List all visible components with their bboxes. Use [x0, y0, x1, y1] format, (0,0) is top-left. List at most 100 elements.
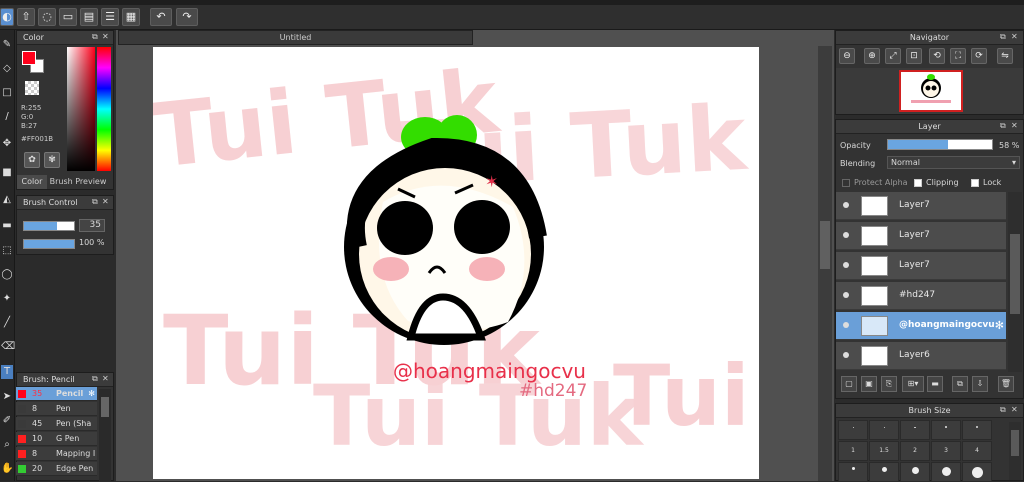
palette-icon[interactable]: ◐ [0, 8, 14, 26]
brush-size-cell[interactable] [869, 462, 899, 482]
merge-layer-icon[interactable]: ⇩ [972, 376, 988, 392]
magic-wand-icon[interactable]: ✦ [1, 292, 13, 306]
color-set-icon[interactable]: ✾ [44, 152, 60, 168]
close-icon[interactable]: ✕ [1011, 405, 1020, 414]
gear-icon[interactable]: ✻ [88, 387, 95, 401]
brush-size-cell[interactable] [869, 420, 899, 440]
bucket-tool-icon[interactable]: ◭ [1, 193, 13, 207]
close-icon[interactable]: ✕ [102, 374, 111, 383]
navigator-viewport[interactable] [899, 70, 963, 112]
brush-list-item[interactable]: 35 Pencil ✻ [16, 387, 97, 401]
gradient-tool-icon[interactable]: ▬ [1, 219, 13, 233]
brush-size-cell[interactable] [931, 462, 961, 482]
popout-icon[interactable]: ⧉ [92, 374, 101, 383]
zoom-out-icon[interactable]: ⊖ [839, 48, 855, 64]
document-icon[interactable]: ▤ [80, 8, 98, 26]
close-icon[interactable]: ✕ [1011, 32, 1020, 41]
redo-icon[interactable]: ↷ [176, 8, 198, 26]
brush-size-cell[interactable]: 1.5 [869, 441, 899, 461]
eye-icon[interactable] [843, 322, 849, 328]
layer-row[interactable]: @hoangmaingocvu ✻ [836, 312, 1006, 340]
zoom-in-icon[interactable]: ⊕ [864, 48, 880, 64]
fill-rect-icon[interactable]: ■ [1, 166, 13, 180]
eye-icon[interactable] [843, 202, 849, 208]
brush-size-cell[interactable] [931, 420, 961, 440]
brush-size-cell[interactable] [900, 462, 930, 482]
delete-layer-icon[interactable]: 🗑 [998, 376, 1014, 392]
comment-icon[interactable]: ◌ [38, 8, 56, 26]
close-icon[interactable]: ✕ [102, 197, 111, 206]
brush-size-cell[interactable] [838, 420, 868, 440]
cursor-tool-icon[interactable]: ➤ [1, 390, 13, 404]
hue-slider[interactable] [97, 47, 111, 171]
new-layer-folder-icon[interactable]: ▣ [861, 376, 877, 392]
flip-icon[interactable]: ⇋ [997, 48, 1013, 64]
hand-tool-icon[interactable]: ✋ [1, 462, 13, 476]
brush-tool-icon[interactable]: / [1, 110, 13, 124]
canvas-scrollbar[interactable] [818, 46, 832, 481]
tab-color[interactable]: Color [17, 175, 47, 189]
tab-brush-preview[interactable]: Brush Preview [48, 175, 108, 189]
pen-tool-icon[interactable]: ✎ [1, 38, 13, 52]
layer-opacity-slider[interactable] [887, 139, 993, 150]
layer-row[interactable]: Layer7 [836, 252, 1006, 280]
undo-icon[interactable]: ↶ [150, 8, 172, 26]
fullscreen-icon[interactable]: ⛶ [950, 48, 966, 64]
folder-icon[interactable]: ▬ [927, 376, 943, 392]
navigator-preview[interactable] [836, 68, 1023, 114]
eye-icon[interactable] [843, 262, 849, 268]
clipping-checkbox[interactable] [914, 179, 922, 187]
text-tool-icon[interactable]: T [1, 365, 13, 379]
brush-size-cell[interactable] [962, 462, 992, 482]
eye-icon[interactable] [843, 292, 849, 298]
brush-list-scrollbar[interactable] [99, 389, 111, 481]
document-tab[interactable]: Untitled [118, 30, 473, 45]
saturation-brightness-box[interactable] [67, 47, 95, 171]
list-icon[interactable]: ☰ [101, 8, 119, 26]
layer-row[interactable]: Layer7 [836, 222, 1006, 250]
export-icon[interactable]: ⇧ [17, 8, 35, 26]
eraser-select-icon[interactable]: ⌫ [1, 340, 15, 354]
layer-row[interactable]: Layer6 [836, 342, 1006, 370]
rect-select-icon[interactable]: □ [1, 86, 13, 100]
rotate-right-icon[interactable]: ⟳ [971, 48, 987, 64]
brush-size-cell[interactable]: 2 [900, 441, 930, 461]
eraser-tool-icon[interactable]: ◇ [1, 62, 13, 76]
copy-layer-icon[interactable]: ⎘ [881, 376, 897, 392]
brush-size-cell[interactable] [900, 420, 930, 440]
drawing-canvas[interactable]: Tui Tuk Tui Tuk Tui Tuk Tui Tuk Tui ✶ @h… [153, 47, 759, 479]
close-icon[interactable]: ✕ [102, 32, 111, 41]
grid-icon[interactable]: ▦ [122, 8, 140, 26]
fit-view-icon[interactable]: ⤢ [885, 48, 901, 64]
popout-icon[interactable]: ⧉ [1000, 405, 1009, 414]
eyedropper-icon[interactable]: ╱ [1, 316, 13, 330]
brush-size-slider[interactable] [23, 221, 75, 231]
brush-list-item[interactable]: 45 Pen (Sha [16, 417, 97, 431]
brush-size-cell[interactable]: 4 [962, 441, 992, 461]
pencil-tool-icon[interactable]: ✐ [1, 414, 13, 428]
layer-row[interactable]: Layer7 [836, 192, 1006, 220]
brush-size-cell[interactable]: 3 [931, 441, 961, 461]
new-layer-icon[interactable]: ▢ [841, 376, 857, 392]
duplicate-icon[interactable]: ⧉ [952, 376, 968, 392]
transparent-swatch[interactable] [25, 81, 39, 95]
layer-scrollbar[interactable] [1008, 192, 1022, 372]
popout-icon[interactable]: ⧉ [1000, 121, 1009, 130]
actual-size-icon[interactable]: ⊡ [906, 48, 922, 64]
rotate-left-icon[interactable]: ⟲ [929, 48, 945, 64]
brush-size-value[interactable]: 35 [79, 219, 105, 232]
add-layer-dropdown-icon[interactable]: ⊞▾ [902, 376, 924, 392]
brush-size-cell[interactable] [838, 462, 868, 482]
move-tool-icon[interactable]: ✥ [1, 137, 13, 151]
brush-opacity-slider[interactable] [23, 239, 75, 249]
popout-icon[interactable]: ⧉ [92, 197, 101, 206]
brush-list-item[interactable]: 10 G Pen [16, 432, 97, 446]
gear-icon[interactable]: ✻ [995, 319, 1004, 332]
message-icon[interactable]: ▭ [59, 8, 77, 26]
layer-row[interactable]: #hd247 [836, 282, 1006, 310]
brush-size-cell[interactable] [962, 420, 992, 440]
eye-icon[interactable] [843, 232, 849, 238]
brush-list-item[interactable]: 8 Pen [16, 402, 97, 416]
select-tool-icon[interactable]: ⬚ [1, 244, 13, 258]
zoom-tool-icon[interactable]: ⌕ [1, 438, 13, 452]
